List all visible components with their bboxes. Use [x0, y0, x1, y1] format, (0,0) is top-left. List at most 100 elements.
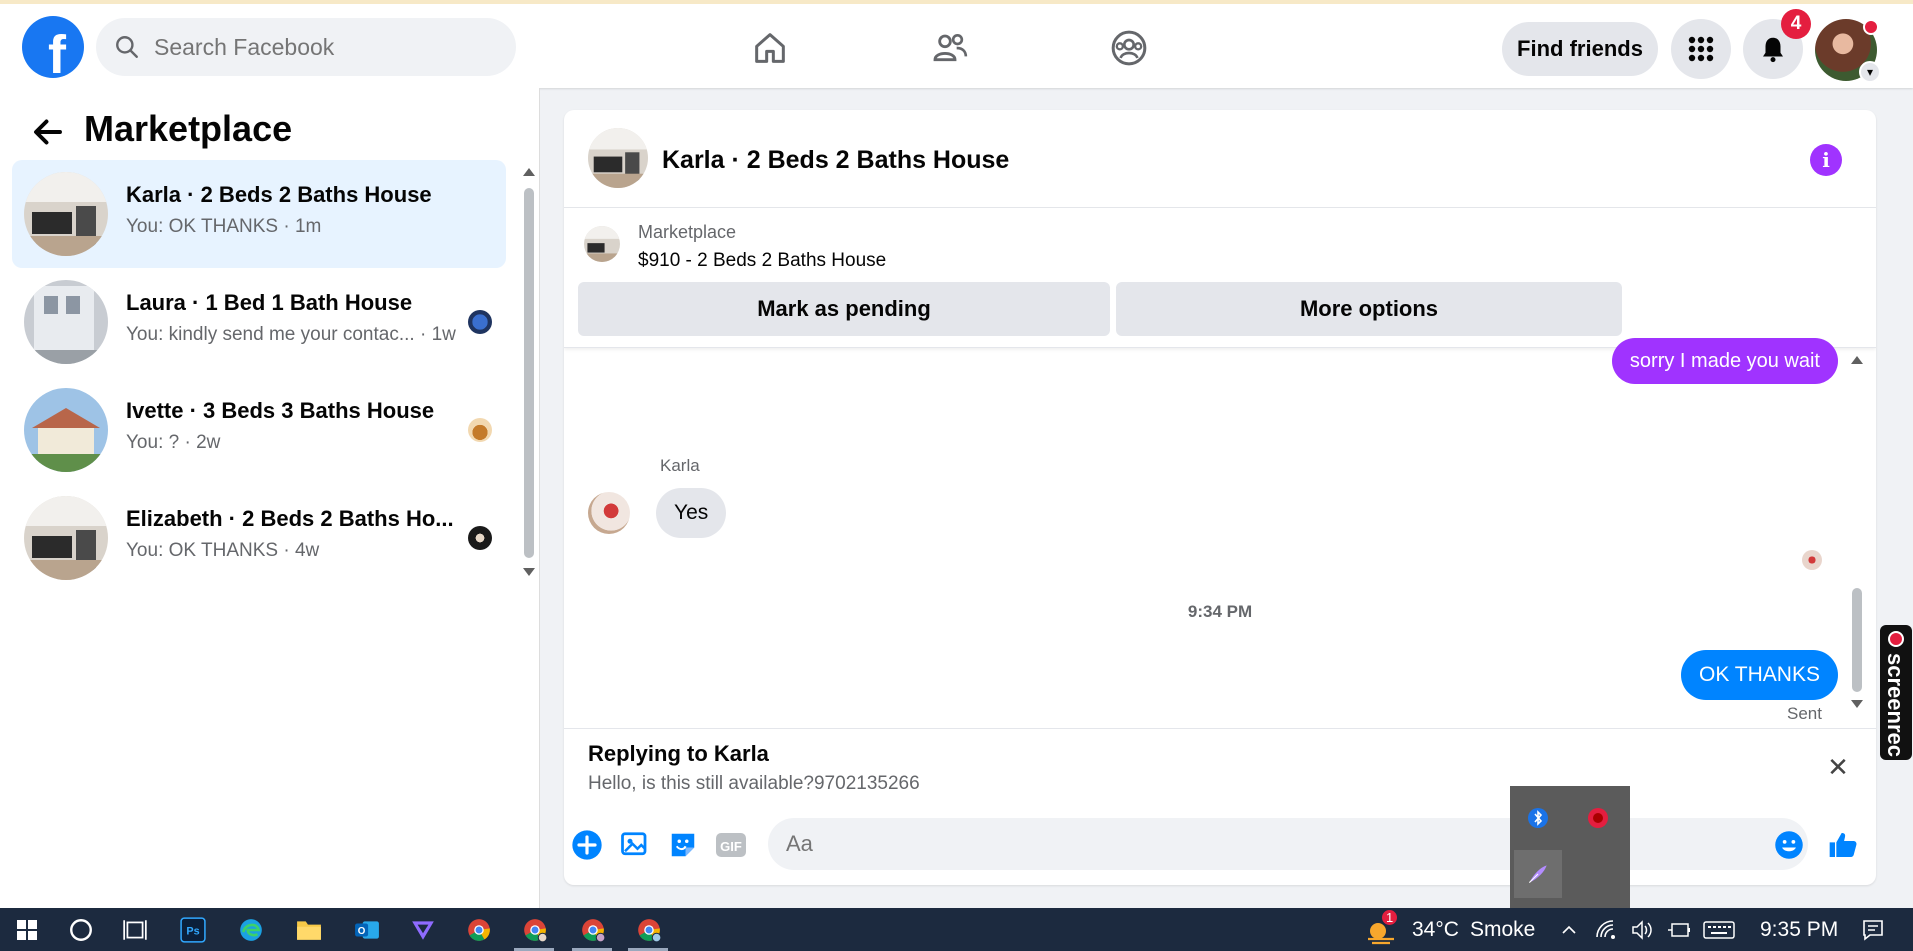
- more-options-button[interactable]: More options: [1116, 282, 1622, 336]
- pen-app-icon[interactable]: [1514, 850, 1562, 898]
- page-title: Marketplace: [84, 108, 293, 149]
- battery-icon[interactable]: [1662, 913, 1696, 947]
- scroll-down-arrow-icon[interactable]: [1850, 698, 1864, 710]
- conversation-item-karla[interactable]: Karla · 2 Beds 2 Baths House You: OK THA…: [12, 160, 506, 268]
- info-icon[interactable]: i: [1810, 144, 1842, 176]
- facebook-logo[interactable]: f: [22, 16, 84, 78]
- close-icon[interactable]: ✕: [1824, 752, 1852, 782]
- message-composer: GIF: [564, 812, 1876, 876]
- screen-record-icon[interactable]: [1574, 794, 1622, 842]
- windows-taskbar: Ps O 1 34°C Smoke 9:35 PM: [0, 908, 1913, 951]
- conversation-item-laura[interactable]: Laura · 1 Bed 1 Bath House You: kindly s…: [12, 268, 506, 376]
- system-tray-overflow-popup: [1510, 786, 1630, 908]
- svg-text:Ps: Ps: [186, 925, 199, 937]
- listing-thumbnail: [24, 496, 108, 580]
- action-center-icon[interactable]: [1856, 913, 1890, 947]
- reply-quoted-text: Hello, is this still available?970213526…: [588, 773, 920, 794]
- search-input[interactable]: [154, 33, 454, 61]
- listing-thumbnail[interactable]: [588, 128, 648, 188]
- screenrec-label: screenrec: [1883, 653, 1908, 757]
- screenrec-widget[interactable]: screenrec: [1880, 625, 1912, 760]
- svg-text:GIF: GIF: [720, 839, 742, 854]
- wifi-icon[interactable]: [1590, 913, 1624, 947]
- chrome-profile-icon[interactable]: [576, 913, 610, 947]
- chat-title[interactable]: Karla · 2 Beds 2 Baths House: [662, 146, 1009, 175]
- scroll-up-arrow-icon[interactable]: [1850, 354, 1864, 366]
- scrollbar-thumb[interactable]: [1852, 588, 1862, 692]
- scrollbar-thumb[interactable]: [524, 188, 534, 558]
- message-bubble-outgoing[interactable]: OK THANKS: [1681, 650, 1838, 700]
- bluetooth-icon[interactable]: [1514, 794, 1562, 842]
- sender-avatar[interactable]: [588, 492, 630, 534]
- conversation-snippet: You: kindly send me your contac... · 1w: [126, 324, 456, 345]
- account-avatar[interactable]: ▾: [1815, 19, 1881, 83]
- svg-text:O: O: [358, 926, 366, 937]
- reply-preview: Replying to Karla Hello, is this still a…: [564, 728, 1876, 808]
- gif-icon[interactable]: GIF: [714, 828, 748, 862]
- info-glyph: i: [1822, 148, 1830, 172]
- top-navigation-bar: f Find friends 4 ▾: [0, 0, 1913, 88]
- outlook-icon[interactable]: O: [350, 913, 384, 947]
- volume-icon[interactable]: [1626, 913, 1660, 947]
- conversation-title: Elizabeth · 2 Beds 2 Baths Ho...: [126, 506, 454, 531]
- notification-count-badge: 4: [1781, 9, 1811, 39]
- conversation-item-ivette[interactable]: Ivette · 3 Beds 3 Baths House You: ? · 2…: [12, 376, 506, 484]
- message-bubble-incoming[interactable]: Yes: [656, 488, 727, 538]
- chrome-icon[interactable]: [462, 913, 496, 947]
- record-dot-icon: [1888, 631, 1904, 647]
- message-input[interactable]: [768, 818, 1808, 870]
- task-view-icon[interactable]: [118, 913, 152, 947]
- chevron-down-icon: ▾: [1859, 61, 1881, 83]
- plus-icon[interactable]: [570, 828, 604, 862]
- weather-description[interactable]: Smoke: [1470, 918, 1535, 942]
- weather-temperature[interactable]: 34°C: [1412, 918, 1459, 942]
- chevron-up-icon[interactable]: [1552, 913, 1586, 947]
- grid-icon: [1688, 36, 1714, 62]
- mark-as-pending-button[interactable]: Mark as pending: [578, 282, 1110, 336]
- participant-avatar: [468, 310, 492, 334]
- photoshop-icon[interactable]: Ps: [176, 913, 210, 947]
- menu-grid-button[interactable]: [1671, 19, 1731, 79]
- vpn-app-icon[interactable]: [406, 913, 440, 947]
- conversation-title: Karla · 2 Beds 2 Baths House: [126, 182, 432, 207]
- windows-start-icon[interactable]: [10, 913, 44, 947]
- read-receipt-avatar: [1802, 550, 1822, 570]
- listing-summary: Marketplace $910 - 2 Beds 2 Baths House …: [564, 208, 1876, 348]
- conversation-title: Laura · 1 Bed 1 Bath House: [126, 290, 413, 315]
- conversation-item-elizabeth[interactable]: Elizabeth · 2 Beds 2 Baths Ho... You: OK…: [12, 484, 506, 592]
- find-friends-button[interactable]: Find friends: [1502, 22, 1658, 76]
- bell-icon: [1763, 37, 1783, 63]
- message-thread-scrollbar[interactable]: [1850, 352, 1864, 722]
- scroll-down-arrow-icon[interactable]: [522, 566, 536, 578]
- conversation-list-scrollbar[interactable]: [522, 158, 536, 578]
- search-icon: [116, 36, 138, 58]
- more-options-label: More options: [1299, 296, 1439, 321]
- conversation-list: Karla · 2 Beds 2 Baths House You: OK THA…: [12, 160, 506, 592]
- chrome-profile-icon[interactable]: [518, 913, 552, 947]
- back-arrow-icon[interactable]: [30, 114, 66, 150]
- thumbs-up-icon[interactable]: [1826, 828, 1860, 862]
- keyboard-icon[interactable]: [1702, 913, 1736, 947]
- home-icon[interactable]: [748, 26, 792, 70]
- emoji-icon[interactable]: [1772, 828, 1806, 862]
- conversation-snippet: You: ? · 2w: [126, 432, 221, 453]
- system-clock[interactable]: 9:35 PM: [1760, 918, 1838, 942]
- message-bubble-outgoing[interactable]: sorry I made you wait: [1611, 338, 1838, 384]
- chat-header: Karla · 2 Beds 2 Baths House i: [564, 110, 1876, 208]
- reply-title: Replying to Karla: [588, 741, 769, 766]
- listing-thumbnail: [24, 388, 108, 472]
- search-box[interactable]: [96, 18, 516, 76]
- photo-icon[interactable]: [618, 828, 652, 862]
- friends-icon[interactable]: [928, 26, 972, 70]
- scroll-up-arrow-icon[interactable]: [522, 166, 536, 178]
- listing-thumbnail-small: [584, 226, 620, 262]
- mark-as-pending-label: Mark as pending: [757, 296, 931, 321]
- chrome-profile-icon[interactable]: [632, 913, 666, 947]
- file-explorer-icon[interactable]: [292, 913, 326, 947]
- edge-icon[interactable]: [234, 913, 268, 947]
- cortana-search-icon[interactable]: [64, 913, 98, 947]
- listing-price-title[interactable]: $910 - 2 Beds 2 Baths House: [638, 250, 886, 272]
- conversation-snippet: You: OK THANKS · 4w: [126, 540, 320, 561]
- sticker-icon[interactable]: [666, 828, 700, 862]
- groups-icon[interactable]: [1107, 26, 1151, 70]
